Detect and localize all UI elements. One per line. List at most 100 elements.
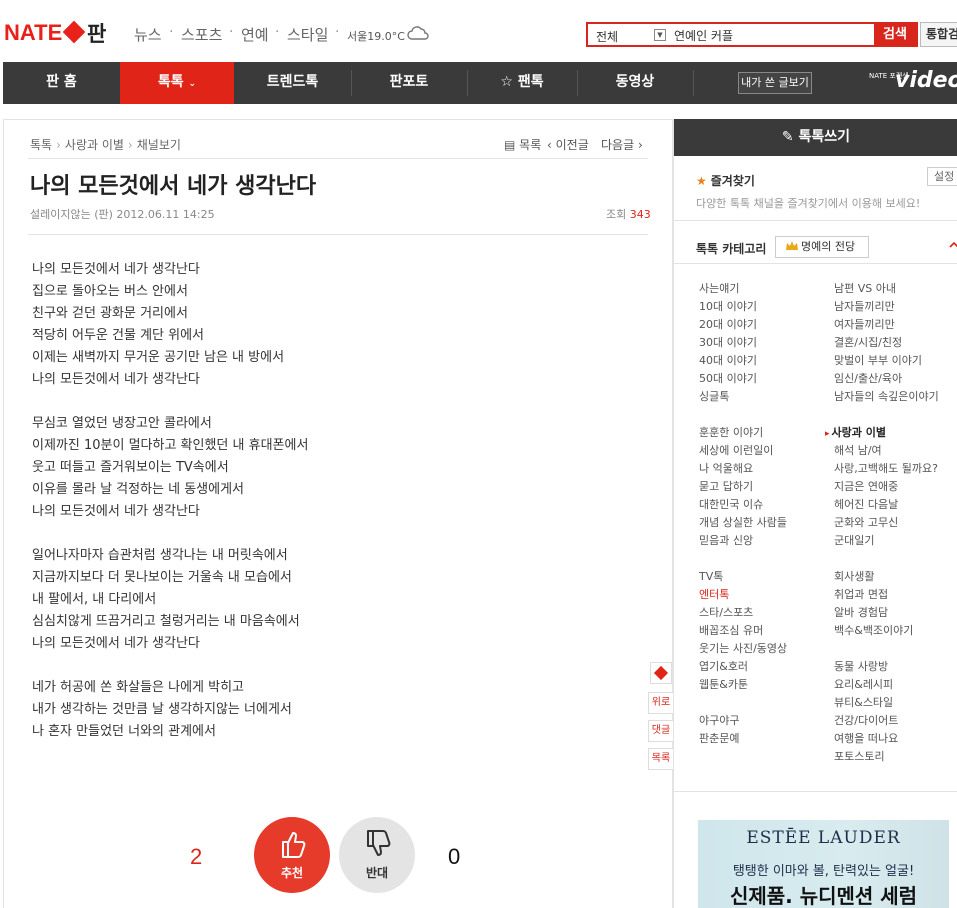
hall-of-fame-label: 명예의 전당 (801, 240, 856, 253)
next-post-link[interactable]: 다음글 › (601, 136, 643, 153)
category-item[interactable]: 임신/출산/육아 (834, 370, 939, 388)
nav-panphoto[interactable]: 판포토 (351, 62, 467, 104)
category-item[interactable]: 30대 이야기 (699, 334, 787, 352)
category-item[interactable]: 알바 경험담 (834, 604, 939, 622)
list-link[interactable]: ▤ 목록 (504, 136, 541, 153)
nav-trendtok[interactable]: 트렌드톡 (234, 62, 351, 104)
category-item[interactable]: 묻고 답하기 (699, 478, 787, 496)
category-item[interactable]: 맞벌이 부부 이야기 (834, 352, 939, 370)
gnb-dot: · (335, 24, 340, 40)
breadcrumb-toktok[interactable]: 톡톡 (30, 138, 52, 152)
category-item[interactable]: 대한민국 이슈 (699, 496, 787, 514)
category-item[interactable]: TV톡 (699, 568, 787, 586)
category-item[interactable]: 여행을 떠나요 (834, 730, 939, 748)
category-item[interactable]: 취업과 면접 (834, 586, 939, 604)
category-item[interactable]: 건강/다이어트 (834, 712, 939, 730)
gnb-dot: · (229, 24, 234, 40)
category-item[interactable]: 엔터톡 (699, 586, 787, 604)
post-body-line: 일어나자마자 습관처럼 생각나는 내 머릿속에서 (32, 548, 288, 563)
search-input[interactable] (674, 27, 864, 44)
gnb-sports-link[interactable]: 스포츠 (181, 24, 222, 45)
scroll-top-button[interactable]: 위로 (648, 692, 674, 714)
category-item[interactable]: 세상에 이런일이 (699, 442, 787, 460)
post-body-line: 나의 모든것에서 네가 생각난다 (32, 636, 200, 651)
category-item[interactable]: 50대 이야기 (699, 370, 787, 388)
category-item[interactable]: 백수&백조이야기 (834, 622, 939, 640)
my-posts-button[interactable]: 내가 쓴 글보기 (738, 72, 812, 94)
category-item[interactable]: 동물 사랑방 (834, 658, 939, 676)
post-body-line: 나의 모든것에서 네가 생각난다 (32, 262, 200, 277)
hall-of-fame-button[interactable]: 명예의 전당 (775, 236, 869, 258)
nate-diamond-icon[interactable] (650, 662, 672, 684)
write-post-button[interactable]: ✎ 톡톡쓰기 (674, 119, 957, 156)
pan-logo[interactable]: 판 (87, 18, 106, 48)
gnb-style-link[interactable]: 스타일 (287, 24, 328, 45)
nav-video[interactable]: 동영상 (577, 62, 693, 104)
category-item[interactable]: 군화와 고무신 (834, 514, 939, 532)
chevron-right-icon: › (127, 138, 133, 152)
category-item[interactable]: 훈훈한 이야기 (699, 424, 787, 442)
category-item[interactable]: 남편 VS 아내 (834, 280, 939, 298)
category-item[interactable]: 사랑과 이별 (832, 424, 939, 442)
category-item[interactable]: 엽기&호러 (699, 658, 787, 676)
advertisement-banner[interactable]: ESTĒE LAUDER 탱탱한 이마와 볼, 탄력있는 얼굴! 신제품. 뉴디… (698, 820, 949, 908)
total-search-button[interactable]: 통합검색 (920, 22, 957, 47)
search-scope-select[interactable]: 전체 (596, 28, 618, 45)
star-icon: ☆ (500, 74, 513, 90)
category-item[interactable]: 남자들끼리만 (834, 298, 939, 316)
downvote-button[interactable]: 반대 (339, 817, 415, 893)
category-item[interactable]: 남자들의 속깊은이야기 (834, 388, 939, 406)
category-item[interactable]: 야구야구 (699, 712, 787, 730)
settings-button[interactable]: 설정 (927, 167, 957, 186)
nav-label: 팬톡 (517, 74, 544, 90)
chevron-down-icon[interactable]: ▼ (654, 29, 666, 41)
category-item[interactable]: 판춘문예 (699, 730, 787, 748)
nav-pan-home[interactable]: 판 홈 (3, 62, 120, 104)
chevron-up-icon[interactable] (948, 239, 957, 251)
thumbs-down-icon (367, 830, 391, 856)
weather-text: 서울19.0°C (347, 30, 405, 43)
gnb-entertainment-link[interactable]: 연예 (241, 24, 269, 45)
category-item[interactable]: 스타/스포츠 (699, 604, 787, 622)
category-item[interactable]: 지금은 연애중 (834, 478, 939, 496)
category-item[interactable]: 개념 상실한 사람들 (699, 514, 787, 532)
category-item[interactable]: 20대 이야기 (699, 316, 787, 334)
breadcrumb-channel[interactable]: 채널보기 (137, 138, 181, 152)
list-button[interactable]: 목록 (648, 748, 674, 770)
nav-toktok[interactable]: 톡톡 ⌄ (120, 62, 234, 104)
category-item[interactable]: 결혼/시집/친정 (834, 334, 939, 352)
list-label: 목록 (519, 138, 542, 152)
category-item[interactable]: 나 억울해요 (699, 460, 787, 478)
category-item[interactable]: 40대 이야기 (699, 352, 787, 370)
search-button[interactable]: 검색 (874, 22, 916, 47)
category-item[interactable]: 사랑,고백해도 될까요? (834, 460, 939, 478)
category-item[interactable]: 배꼽조심 유머 (699, 622, 787, 640)
prev-post-link[interactable]: ‹ 이전글 (547, 136, 589, 153)
category-group-gap (834, 550, 939, 568)
category-item[interactable]: 여자들끼리만 (834, 316, 939, 334)
category-item[interactable]: 회사생활 (834, 568, 939, 586)
category-item[interactable]: 뷰티&스타일 (834, 694, 939, 712)
upvote-button[interactable]: 추천 (254, 817, 330, 893)
category-item[interactable]: 믿음과 신앙 (699, 532, 787, 550)
category-item[interactable]: 사는얘기 (699, 280, 787, 298)
category-item[interactable]: 10대 이야기 (699, 298, 787, 316)
post-body-line: 나 혼자 만들었던 너와의 관계에서 (32, 724, 216, 739)
category-item[interactable]: 웹툰&카툰 (699, 676, 787, 694)
pocket-video-logo[interactable]: NATE 포켓생 video (869, 68, 957, 98)
category-spacer (834, 640, 939, 658)
category-item[interactable]: 요리&레시피 (834, 676, 939, 694)
star-icon: ★ (696, 174, 707, 188)
comments-button[interactable]: 댓글 (648, 720, 674, 742)
post-body-line (32, 523, 632, 545)
gnb-news-link[interactable]: 뉴스 (134, 24, 162, 45)
breadcrumb-category[interactable]: 사랑과 이별 (65, 138, 124, 152)
nav-fantok[interactable]: ☆ 팬톡 (467, 62, 577, 104)
category-item[interactable]: 군대일기 (834, 532, 939, 550)
category-item[interactable]: 싱글톡 (699, 388, 787, 406)
category-item[interactable]: 웃기는 사진/동영상 (699, 640, 787, 658)
category-item[interactable]: 포토스토리 (834, 748, 939, 766)
nate-logo[interactable]: NATE (4, 20, 62, 46)
category-item[interactable]: 헤어진 다음날 (834, 496, 939, 514)
category-item[interactable]: 해석 남/여 (834, 442, 939, 460)
